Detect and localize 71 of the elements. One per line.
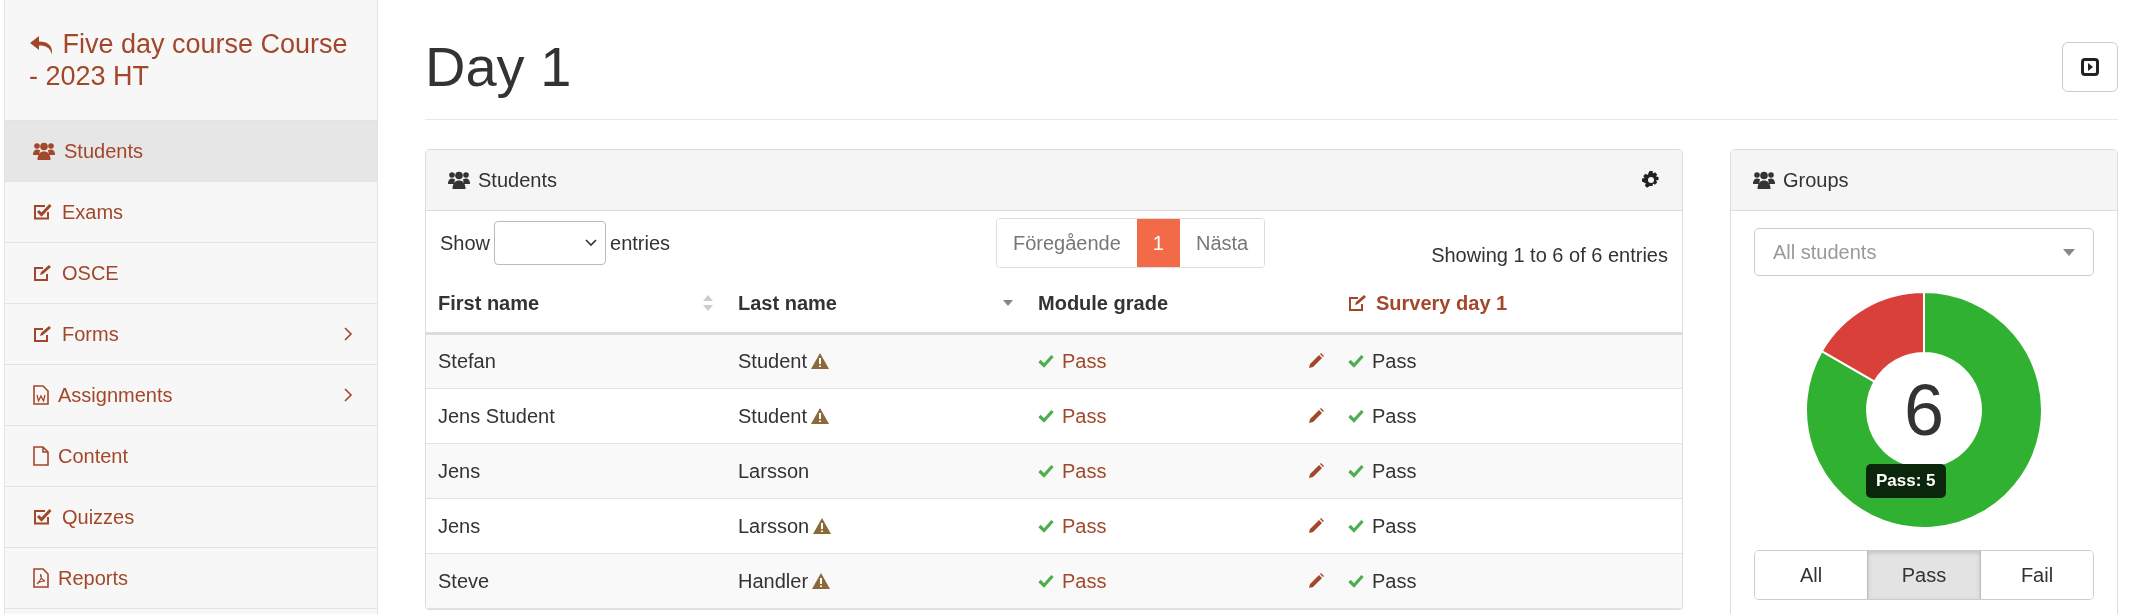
checkbox-icon (33, 203, 53, 221)
grade-text: Pass (1062, 513, 1107, 539)
checkmark-icon (1038, 408, 1054, 423)
table-cell: Jens (426, 498, 726, 553)
users-icon (33, 142, 55, 160)
table-cell: Steve (426, 553, 726, 608)
play-icon (2081, 57, 2099, 76)
grade-text: Pass (1372, 403, 1417, 429)
pencil-icon[interactable] (1308, 353, 1324, 369)
checkmark-icon (1348, 408, 1364, 423)
word-document-icon (33, 385, 49, 405)
grade-text: Pass (1062, 403, 1107, 429)
grade-text: Pass (1062, 458, 1107, 484)
sidebar-item[interactable]: Students (5, 121, 377, 182)
donut-total: 6 (1904, 374, 1944, 446)
entries-label: entries (610, 231, 671, 256)
edit-icon (1348, 294, 1368, 313)
checkmark-icon (1348, 573, 1364, 588)
pencil-icon[interactable] (1308, 462, 1324, 479)
table-cell-text: Handler (738, 568, 809, 594)
chart-tooltip: Pass: 5 (1866, 464, 1946, 498)
panel-title: Groups (1783, 168, 1849, 193)
sidebar-item[interactable]: Reports (5, 548, 377, 609)
pdf-document-icon (33, 568, 49, 588)
grade-text: Pass (1062, 349, 1107, 374)
grade-text: Pass (1372, 513, 1417, 539)
checkmark-icon (1348, 463, 1364, 478)
table-cell-text: Student (738, 349, 807, 374)
pencil-icon[interactable] (1308, 407, 1324, 424)
users-icon (448, 171, 470, 189)
checkmark-icon (1038, 518, 1054, 533)
grade-text: Pass (1372, 458, 1417, 484)
sidebar-item[interactable]: Quizzes (5, 487, 377, 548)
checkmark-icon (1038, 463, 1054, 478)
grade-text: Pass (1372, 349, 1417, 374)
table-cell-text: Student (738, 403, 807, 429)
caret-down-icon (2063, 248, 2075, 256)
chevron-down-icon (585, 239, 598, 247)
users-icon (1753, 171, 1775, 189)
sort-descending-icon (1002, 299, 1014, 308)
grade-text: Pass (1062, 568, 1107, 594)
pencil-icon[interactable] (1308, 517, 1324, 534)
settings-icon[interactable] (1642, 171, 1660, 189)
edit-icon (33, 325, 53, 343)
pagination-button[interactable]: 1 (1136, 219, 1180, 267)
table-cell: Jens Student (426, 388, 726, 443)
pencil-icon[interactable] (1308, 572, 1324, 589)
checkmark-icon (1348, 518, 1364, 533)
filter-button[interactable]: Pass (1867, 551, 1981, 599)
group-select[interactable]: All students (1754, 228, 2094, 276)
document-icon (33, 446, 49, 466)
edit-icon (33, 264, 53, 282)
entries-info: Showing 1 to 6 of 6 entries (1431, 243, 1668, 268)
table-cell: Jens (426, 443, 726, 498)
panel-title: Students (478, 168, 557, 193)
present-button[interactable] (2062, 41, 2118, 92)
sidebar-item[interactable]: OSCE (5, 243, 377, 304)
grade-text: Pass (1372, 568, 1417, 594)
table-cell-text: Larsson (738, 458, 810, 484)
table-cell: Stefan (426, 333, 726, 388)
checkmark-icon (1038, 354, 1054, 368)
sidebar-item[interactable]: Content (5, 426, 377, 487)
sidebar-item[interactable]: Forms (5, 304, 377, 365)
sidebar-item[interactable]: Exams (5, 182, 377, 243)
table-cell-text: Larsson (738, 513, 810, 539)
checkmark-icon (1348, 354, 1364, 368)
show-label: Show (440, 231, 491, 256)
checkmark-icon (1038, 573, 1054, 588)
checkbox-icon (33, 508, 53, 526)
sidebar-item[interactable]: Assignments (5, 365, 377, 426)
sort-icon (702, 294, 714, 313)
